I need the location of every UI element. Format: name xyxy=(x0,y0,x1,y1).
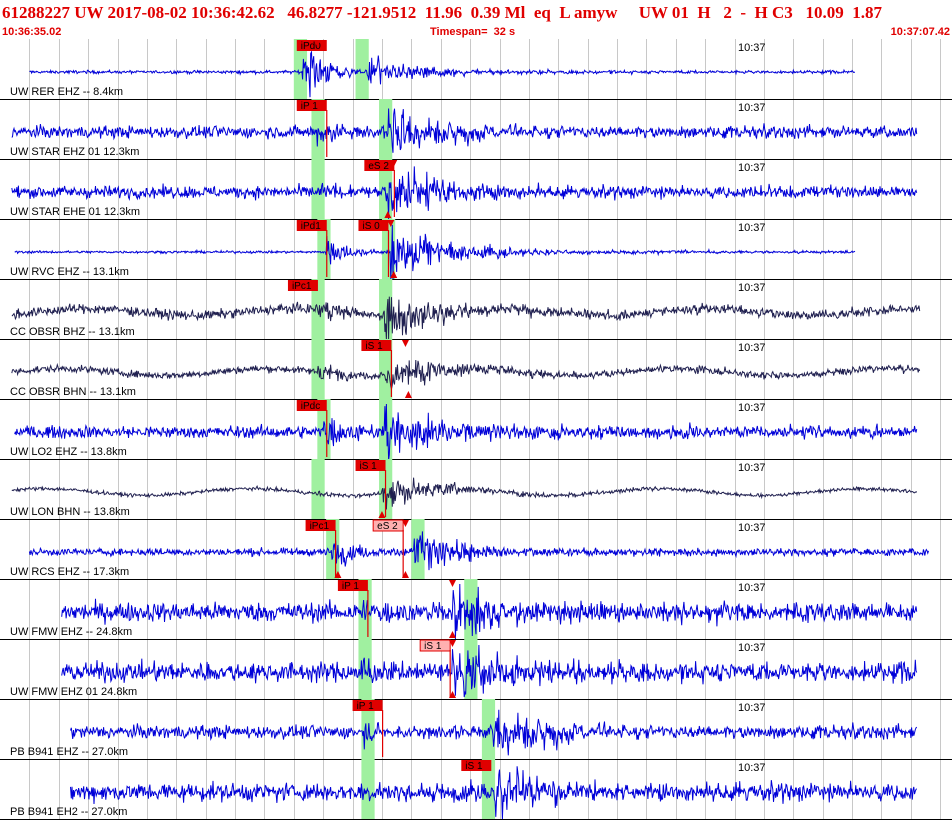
waveform-trace xyxy=(61,644,918,698)
station-label: PB B941 EHZ -- 27.0km xyxy=(10,746,128,758)
phase-pick-label: iS 1 xyxy=(360,461,378,472)
phase-pick-label: iS 1 xyxy=(365,341,383,352)
station-label: PB B941 EH2 -- 27.0km xyxy=(10,806,127,818)
station-label: UW RCS EHZ -- 17.3km xyxy=(10,566,129,578)
seismogram-panel[interactable]: iPd0 10:37UW RER EHZ -- 8.4kmiP 1 10:37UW … xyxy=(0,39,952,820)
waveform-trace xyxy=(29,50,855,98)
minute-time-label: 10:37 xyxy=(738,102,766,114)
phase-pick-label: eS 2 xyxy=(368,161,389,172)
arrival-marker xyxy=(448,580,456,587)
phase-pick-label: iP 1 xyxy=(301,101,318,112)
minute-time-label: 10:37 xyxy=(738,762,766,774)
phase-pick-label: iP 1 xyxy=(342,581,359,592)
minute-time-label: 10:37 xyxy=(738,42,766,54)
station-label: UW STAR EHZ 01 12.3km xyxy=(10,146,139,158)
waveform-trace xyxy=(14,224,856,281)
phase-pick-label: iP 1 xyxy=(357,701,374,712)
timespan-label: Timespan= 32 s xyxy=(430,26,516,38)
phase-pick-label: iPc1 xyxy=(310,521,330,532)
phase-pick-label: iPdc xyxy=(301,401,320,412)
station-label: UW RER EHZ -- 8.4km xyxy=(10,86,123,98)
minute-time-label: 10:37 xyxy=(738,342,766,354)
phase-pick-label: iS 1 xyxy=(465,761,483,772)
minute-time-label: 10:37 xyxy=(738,402,766,414)
minute-time-label: 10:37 xyxy=(738,642,766,654)
phase-pick-label: eS 2 xyxy=(377,521,398,532)
station-label: UW LON BHN -- 13.8km xyxy=(10,506,130,518)
minute-time-label: 10:37 xyxy=(738,522,766,534)
arrival-marker xyxy=(404,391,412,398)
station-label: UW FMW EHZ 01 24.8km xyxy=(10,686,137,698)
phase-pick-label: iS 0 xyxy=(362,221,380,232)
minute-time-label: 10:37 xyxy=(738,582,766,594)
waveform-trace xyxy=(14,403,918,461)
station-label: UW RVC EHZ -- 13.1km xyxy=(10,266,129,278)
minute-time-label: 10:37 xyxy=(738,702,766,714)
event-summary-title: 61288227 UW 2017-08-02 10:36:42.62 46.82… xyxy=(2,3,883,22)
station-label: CC OBSR BHZ -- 13.1km xyxy=(10,326,135,338)
minute-time-label: 10:37 xyxy=(738,222,766,234)
phase-window xyxy=(311,459,325,519)
phase-pick-label: iPc1 xyxy=(292,281,312,292)
arrival-marker xyxy=(401,340,409,347)
minute-time-label: 10:37 xyxy=(738,282,766,294)
start-time: 10:36:35.02 xyxy=(2,26,62,38)
minute-time-label: 10:37 xyxy=(738,162,766,174)
phase-pick-label: iPd1 xyxy=(301,221,321,232)
station-label: UW FMW EHZ -- 24.8km xyxy=(10,626,132,638)
waveform-trace xyxy=(61,583,918,640)
end-time: 10:37:07.42 xyxy=(890,26,950,38)
minute-time-label: 10:37 xyxy=(738,462,766,474)
station-label: UW STAR EHE 01 12.3km xyxy=(10,206,140,218)
station-label: UW LO2 EHZ -- 13.8km xyxy=(10,446,127,458)
phase-window xyxy=(379,99,393,159)
phase-window xyxy=(361,759,375,819)
phase-pick-label: iS 1 xyxy=(424,641,442,652)
station-label: CC OBSR BHN -- 13.1km xyxy=(10,386,136,398)
